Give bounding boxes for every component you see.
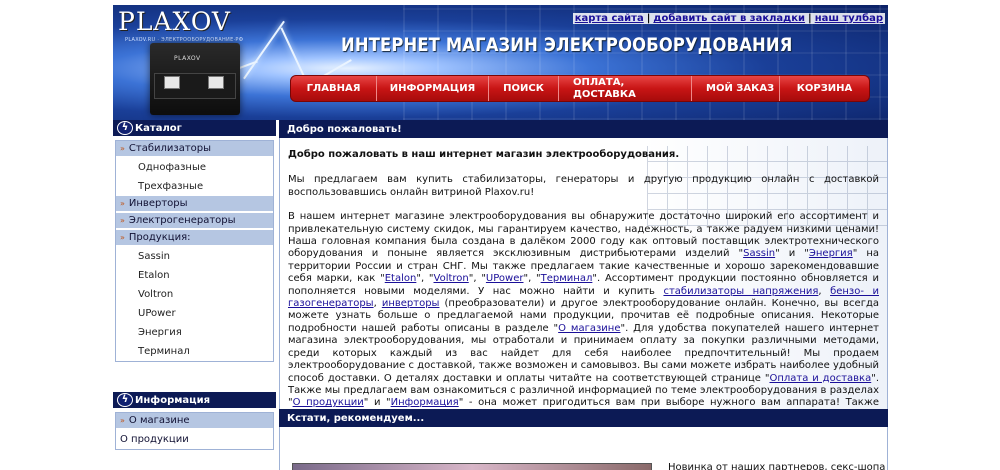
welcome-section: Добро пожаловать в наш интернет магазин … xyxy=(279,138,888,410)
lightning-bolt xyxy=(243,20,285,80)
sitemap-link[interactable]: карта сайта xyxy=(575,13,644,24)
catalog-item-label: Однофазные xyxy=(138,162,207,173)
arrow-icon: » xyxy=(120,216,125,225)
catalog-list: » Стабилизаторы Однофазные Трехфазные» Инвер… xyxy=(115,140,274,362)
catalog-item[interactable]: » Инверторы xyxy=(116,196,273,213)
nav-cart[interactable]: КОРЗИНА xyxy=(780,76,869,101)
catalog-title: Каталог xyxy=(135,122,182,134)
stabilizer-device-image: PLAXOV xyxy=(150,43,240,115)
nav-search[interactable]: ПОИСК xyxy=(489,76,559,101)
catalog-header: ϟ Каталог xyxy=(113,120,276,138)
site-slogan: ИНТЕРНЕТ МАГАЗИН ЭЛЕКТРООБОРУДОВАНИЯ xyxy=(341,34,793,56)
catalog-item[interactable]: UPower xyxy=(116,304,273,323)
device-brand: PLAXOV xyxy=(174,55,201,62)
catalog-item-label: Sassin xyxy=(138,251,171,262)
catalog-item[interactable]: Etalon xyxy=(116,266,273,285)
header-banner: PLAXOV PLAXOV.RU · ЭЛЕКТРООБОРУДОВАНИЕ·Р… xyxy=(113,5,888,120)
catalog-item-label: Терминал xyxy=(138,346,190,357)
nav-payment-delivery[interactable]: ОПЛАТА, ДОСТАВКА xyxy=(559,76,692,101)
catalog-item[interactable]: Терминал xyxy=(116,342,273,361)
lightbulb-icon: ϟ xyxy=(117,121,133,135)
body-link[interactable]: Etalon xyxy=(385,273,417,284)
catalog-item[interactable]: Энергия xyxy=(116,323,273,342)
body-link[interactable]: UPower xyxy=(486,273,524,284)
catalog-item[interactable]: » Электрогенераторы xyxy=(116,213,273,230)
catalog-item[interactable]: » Продукция: xyxy=(116,230,273,247)
body-text: , xyxy=(373,298,382,310)
catalog-item[interactable]: Voltron xyxy=(116,285,273,304)
main-content: Добро пожаловать! Добро пожаловать в наш… xyxy=(279,120,888,470)
recommend-body: Новинка от наших партнеров, секс-шопа xyxy=(279,427,888,470)
body-link[interactable]: инверторы xyxy=(382,298,440,309)
recommend-text: Новинка от наших партнеров, секс-шопа xyxy=(668,462,886,470)
body-link[interactable]: Voltron xyxy=(434,273,469,284)
top-links: карта сайта | добавить сайт в закладки | наш… xyxy=(572,13,885,24)
arrow-icon: » xyxy=(120,199,125,208)
body-link[interactable]: Терминал xyxy=(541,273,593,284)
info-item[interactable]: » О магазине xyxy=(116,413,273,430)
voltmeter-icon xyxy=(164,76,180,89)
catalog-item-label: Voltron xyxy=(138,289,174,300)
lightbulb-icon: ϟ xyxy=(117,393,133,407)
body-link[interactable]: О продукции xyxy=(293,397,364,408)
body-link[interactable]: Энергия xyxy=(809,248,853,259)
toolbar-link[interactable]: наш тулбар xyxy=(815,13,883,24)
arrow-icon: » xyxy=(120,233,125,242)
arrow-icon: » xyxy=(120,144,125,153)
body-text: " и " xyxy=(363,397,391,409)
catalog-item-label: Стабилизаторы xyxy=(128,143,212,154)
info-item-label: О магазине xyxy=(128,415,190,426)
catalog-item[interactable]: Однофазные xyxy=(116,158,273,177)
info-item-label: О продукции xyxy=(120,434,189,445)
site-logo[interactable]: PLAXOV xyxy=(118,7,231,36)
catalog-item-label: Энергия xyxy=(138,327,182,338)
nav-home[interactable]: ГЛАВНАЯ xyxy=(291,76,377,101)
link-separator: | xyxy=(808,13,812,24)
body-link[interactable]: Оплата и доставка xyxy=(769,373,871,384)
info-item[interactable]: О продукции xyxy=(116,430,273,449)
info-header: ϟ Информация xyxy=(113,392,276,410)
info-list: » О магазине О продукции xyxy=(115,412,274,450)
catalog-item-label: Продукция: xyxy=(128,232,191,243)
arrow-icon: » xyxy=(120,416,125,425)
welcome-header: Добро пожаловать! xyxy=(279,120,888,138)
catalog-item-label: Электрогенераторы xyxy=(128,215,236,226)
main-nav: ГЛАВНАЯ ИНФОРМАЦИЯ ПОИСК ОПЛАТА, ДОСТАВК… xyxy=(290,75,870,102)
recommend-banner-image[interactable] xyxy=(292,463,652,470)
catalog-item[interactable]: » Стабилизаторы xyxy=(116,141,273,158)
info-title: Информация xyxy=(135,394,210,406)
nav-information[interactable]: ИНФОРМАЦИЯ xyxy=(377,76,489,101)
left-sidebar: ϟ Каталог » Стабилизаторы Однофазные Трехфа… xyxy=(113,120,276,470)
nav-my-order[interactable]: МОЙ ЗАКАЗ xyxy=(692,76,780,101)
recommend-header: Кстати, рекомендуем... xyxy=(279,409,888,427)
welcome-intro: Мы предлагаем вам купить стабилизаторы, … xyxy=(288,174,879,198)
recommend-section: Кстати, рекомендуем... Новинка от наших … xyxy=(279,409,888,470)
catalog-item-label: Трехфазные xyxy=(138,181,204,192)
body-link[interactable]: Sassin xyxy=(743,248,775,259)
body-link[interactable]: Информация xyxy=(391,397,459,408)
body-text: " и " xyxy=(775,248,809,260)
welcome-body: В нашем интернет магазине электрооборудо… xyxy=(288,211,879,410)
body-link[interactable]: О магазине xyxy=(558,323,620,334)
body-text: ", " xyxy=(468,273,486,285)
bookmark-link[interactable]: добавить сайт в закладки xyxy=(653,13,805,24)
voltmeter-icon xyxy=(208,76,224,89)
catalog-item-label: Etalon xyxy=(138,270,170,281)
page: PLAXOV PLAXOV.RU · ЭЛЕКТРООБОРУДОВАНИЕ·Р… xyxy=(113,5,888,470)
catalog-item-label: Инверторы xyxy=(128,198,188,209)
body-text: , xyxy=(818,285,831,297)
body-text: ", " xyxy=(523,273,541,285)
welcome-title: Добро пожаловать в наш интернет магазин … xyxy=(288,149,680,160)
body-link[interactable]: стабилизаторы напряжения xyxy=(663,286,818,297)
catalog-item[interactable]: Трехфазные xyxy=(116,177,273,196)
body-text: ", " xyxy=(416,273,434,285)
catalog-item-label: UPower xyxy=(138,308,176,319)
link-separator: | xyxy=(646,13,651,24)
catalog-item[interactable]: Sassin xyxy=(116,247,273,266)
